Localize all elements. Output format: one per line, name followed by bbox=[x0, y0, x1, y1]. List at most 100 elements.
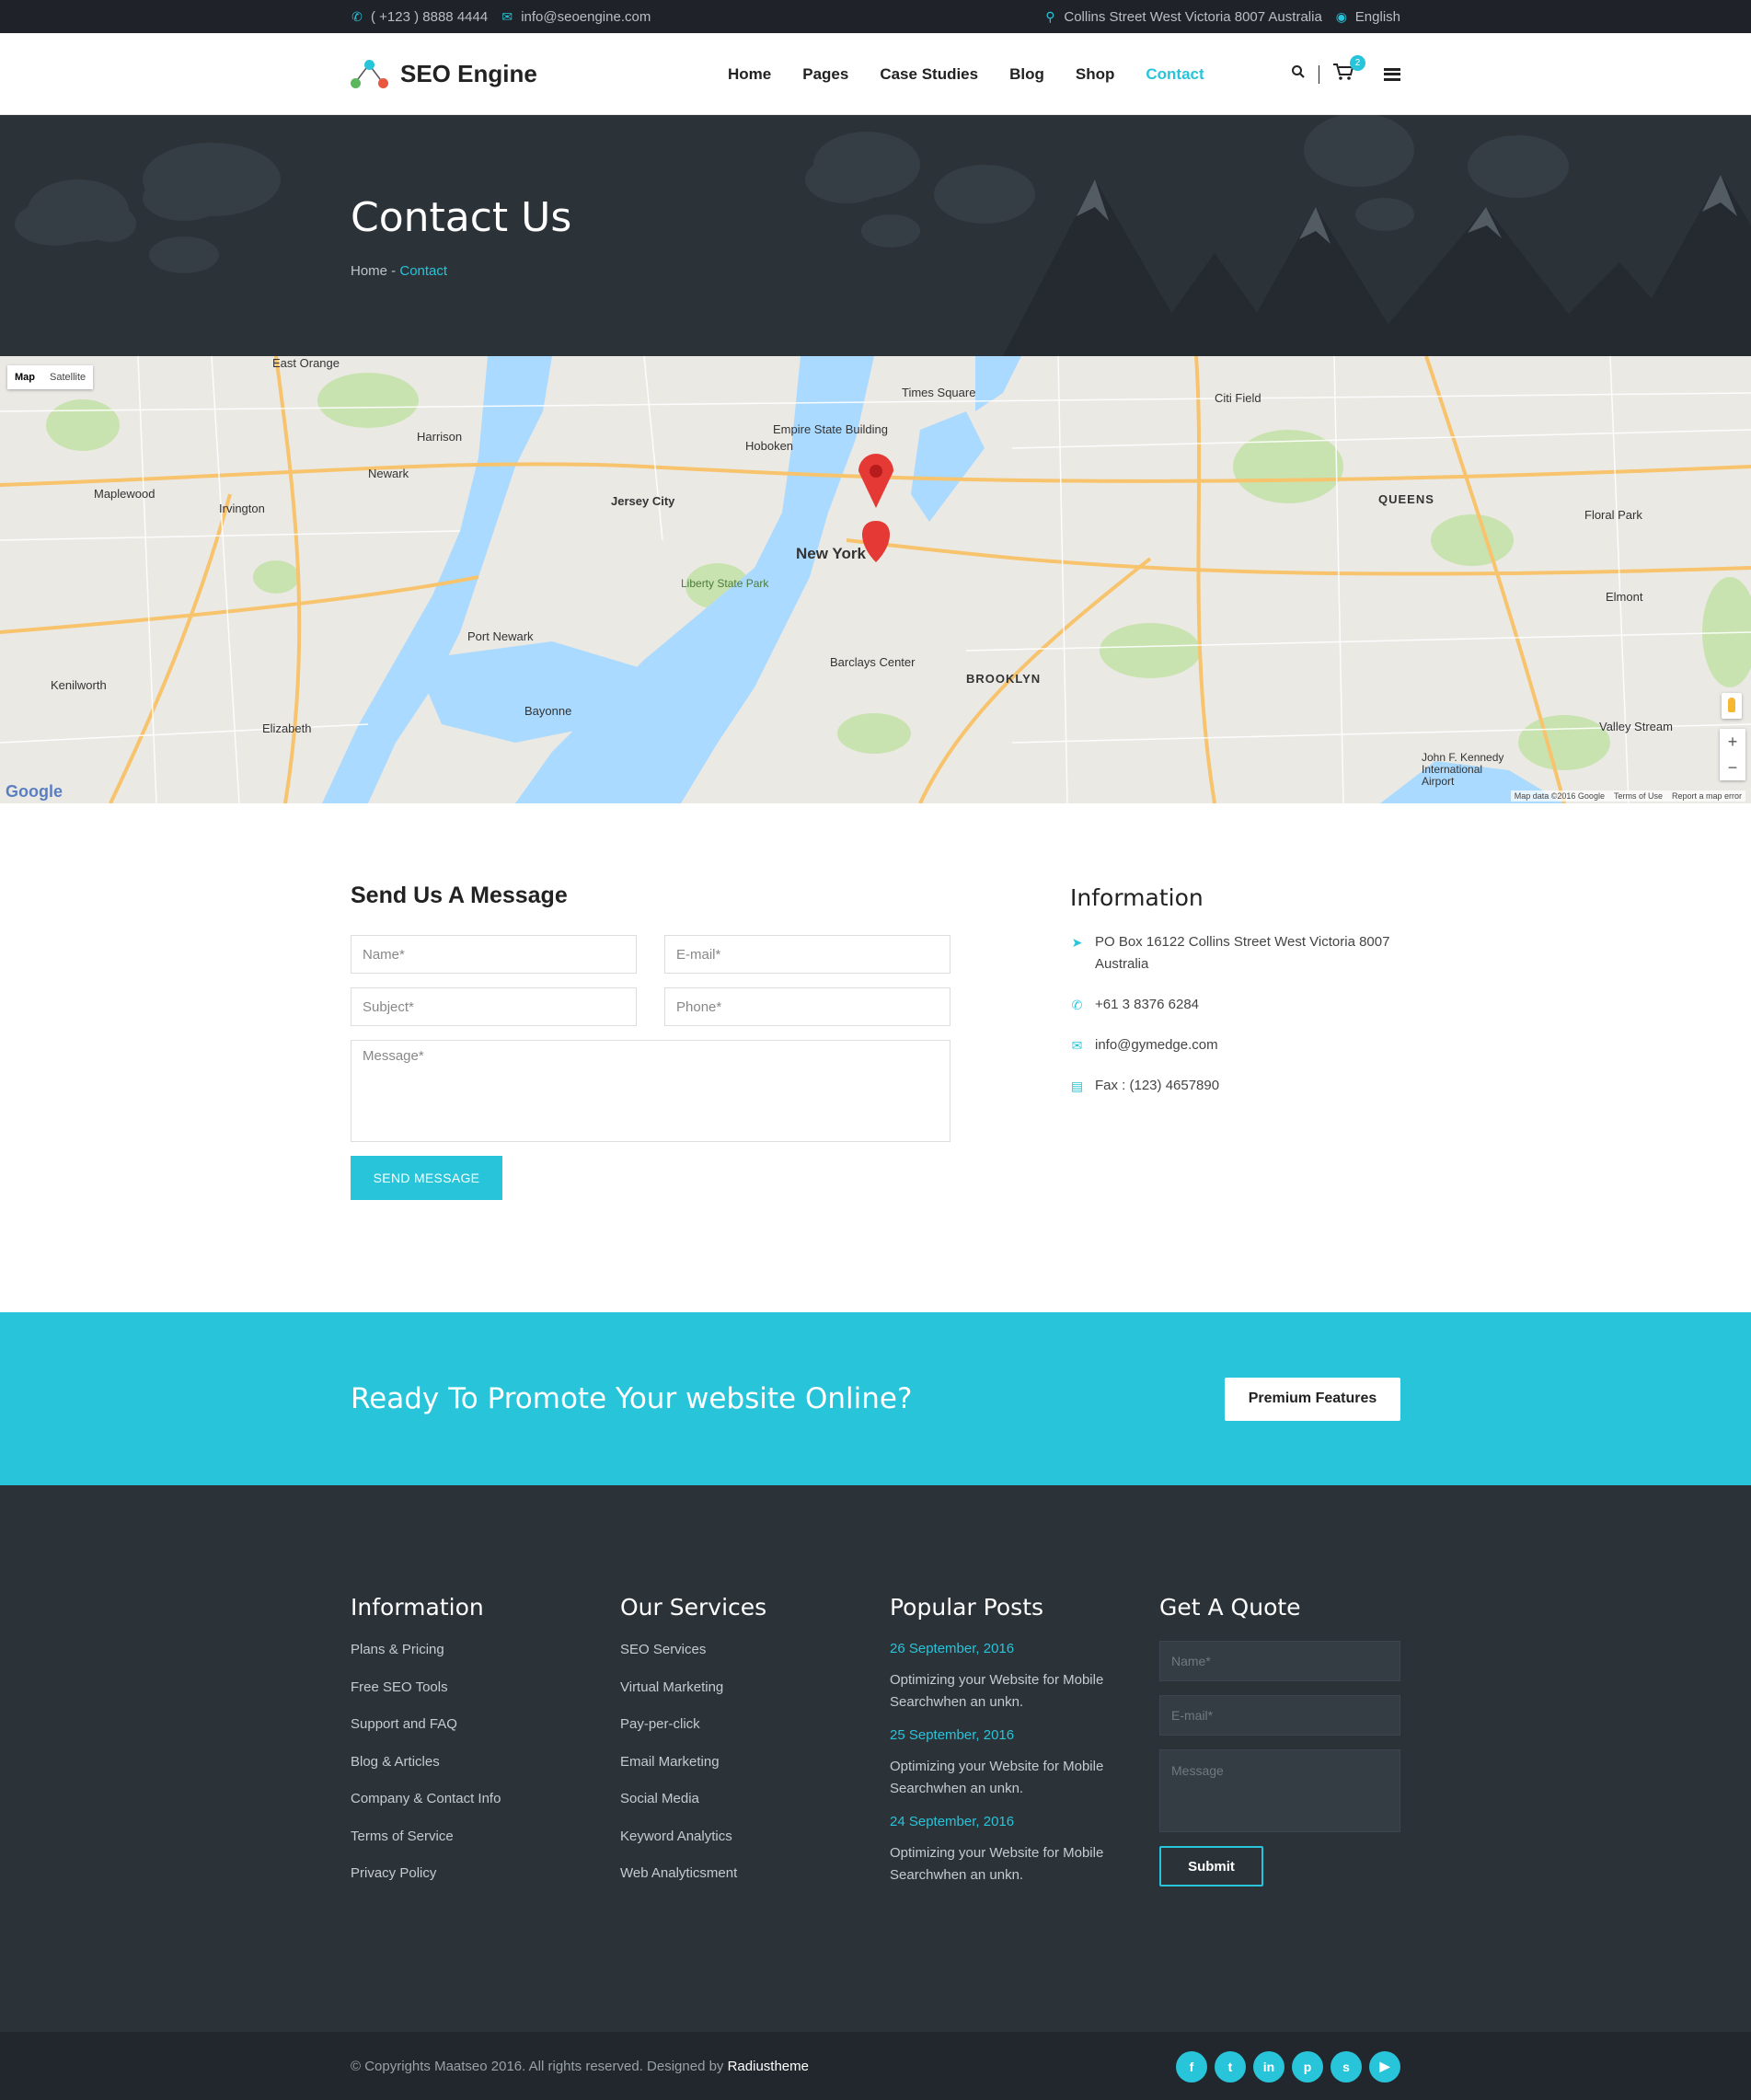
search-icon[interactable] bbox=[1291, 64, 1306, 84]
topbar-phone[interactable]: ✆ ( +123 ) 8888 4444 bbox=[351, 9, 488, 25]
globe-icon: ◉ bbox=[1335, 8, 1347, 24]
info-address: ➤ PO Box 16122 Collins Street West Victo… bbox=[1070, 931, 1400, 975]
breadcrumb-current: Contact bbox=[399, 263, 448, 279]
designer-link[interactable]: Radiustheme bbox=[728, 2059, 809, 2074]
nav-pages[interactable]: Pages bbox=[802, 65, 848, 84]
map-type-map[interactable]: Map bbox=[7, 365, 42, 389]
envelope-icon: ✉ bbox=[501, 8, 513, 24]
quote-submit-button[interactable]: Submit bbox=[1159, 1846, 1263, 1887]
footer-quote: Get A Quote Name* E-mail* Message Submit bbox=[1159, 1594, 1400, 1902]
envelope-icon: ✉ bbox=[1071, 1038, 1083, 1053]
post-title[interactable]: Optimizing your Website for Mobile Searc… bbox=[890, 1669, 1159, 1713]
nav-shop[interactable]: Shop bbox=[1076, 65, 1115, 84]
topbar-email-text: info@seoengine.com bbox=[521, 8, 651, 25]
info-title: Information bbox=[1070, 884, 1204, 911]
youtube-icon[interactable]: ▶ bbox=[1369, 2050, 1400, 2083]
linkedin-icon[interactable]: in bbox=[1253, 2050, 1284, 2083]
footer-service-link[interactable]: Web Analyticsment bbox=[620, 1864, 890, 1883]
message-field[interactable]: Message* bbox=[351, 1040, 950, 1142]
zoom-out-button[interactable]: − bbox=[1720, 755, 1745, 780]
skype-icon[interactable]: s bbox=[1331, 2050, 1362, 2083]
nav-home[interactable]: Home bbox=[728, 65, 771, 84]
map-label-elmont: Elmont bbox=[1606, 590, 1643, 604]
topbar-address-text: Collins Street West Victoria 8007 Austra… bbox=[1064, 8, 1322, 25]
post-item[interactable]: 24 September, 2016 Optimizing your Websi… bbox=[890, 1814, 1159, 1887]
logo[interactable]: SEO Engine bbox=[351, 59, 728, 90]
phone-field[interactable]: Phone* bbox=[664, 987, 950, 1026]
street-view-pegman-icon[interactable] bbox=[1722, 693, 1742, 719]
info-phone-text: +61 3 8376 6284 bbox=[1095, 997, 1200, 1012]
nav-blog[interactable]: Blog bbox=[1009, 65, 1044, 84]
map-type-toggle: Map Satellite bbox=[7, 365, 94, 389]
premium-features-button[interactable]: Premium Features bbox=[1225, 1377, 1400, 1421]
main-nav: Home Pages Case Studies Blog Shop Contac… bbox=[728, 65, 1204, 84]
map-label-jfk: John F. Kennedy International Airport bbox=[1422, 751, 1504, 788]
promo-heading: Ready To Promote Your website Online? bbox=[351, 1382, 913, 1415]
map-label-harrison: Harrison bbox=[417, 430, 463, 444]
info-email-text[interactable]: info@gymedge.com bbox=[1095, 1034, 1218, 1056]
map-label-new-york: New York bbox=[796, 545, 866, 562]
topbar-email[interactable]: ✉ info@seoengine.com bbox=[501, 9, 651, 25]
footer-service-link[interactable]: Pay-per-click bbox=[620, 1715, 890, 1734]
map-data-text: Map data ©2016 Google bbox=[1514, 791, 1605, 801]
footer-link[interactable]: Free SEO Tools bbox=[351, 1679, 620, 1697]
copyright-text: © Copyrights Maatseo 2016. All rights re… bbox=[351, 2059, 728, 2074]
breadcrumb: Home - Contact bbox=[351, 263, 1400, 279]
post-date: 25 September, 2016 bbox=[890, 1727, 1015, 1743]
quote-email-field[interactable]: E-mail* bbox=[1159, 1695, 1400, 1736]
zoom-in-button[interactable]: + bbox=[1720, 729, 1745, 755]
footer-link[interactable]: Plans & Pricing bbox=[351, 1641, 620, 1659]
email-field[interactable]: E-mail* bbox=[664, 935, 950, 974]
post-title[interactable]: Optimizing your Website for Mobile Searc… bbox=[890, 1756, 1159, 1800]
footer-service-link[interactable]: Social Media bbox=[620, 1790, 890, 1808]
map-label-east-orange: East Orange bbox=[272, 356, 340, 370]
footer-link[interactable]: Support and FAQ bbox=[351, 1715, 620, 1734]
footer-service-link[interactable]: Keyword Analytics bbox=[620, 1828, 890, 1846]
post-title[interactable]: Optimizing your Website for Mobile Searc… bbox=[890, 1842, 1159, 1887]
map-report-link[interactable]: Report a map error bbox=[1672, 791, 1742, 801]
quote-name-field[interactable]: Name* bbox=[1159, 1641, 1400, 1681]
post-item[interactable]: 26 September, 2016 Optimizing your Websi… bbox=[890, 1641, 1159, 1713]
footer-link[interactable]: Terms of Service bbox=[351, 1828, 620, 1846]
footer-popular-posts: Popular Posts 26 September, 2016 Optimiz… bbox=[890, 1594, 1159, 1902]
map-label-port-newark: Port Newark bbox=[467, 629, 534, 643]
map-label-citi-field: Citi Field bbox=[1215, 391, 1261, 405]
map-terms-link[interactable]: Terms of Use bbox=[1614, 791, 1663, 801]
promo-banner: Ready To Promote Your website Online? Pr… bbox=[0, 1312, 1751, 1485]
footer-service-link[interactable]: SEO Services bbox=[620, 1641, 890, 1659]
post-item[interactable]: 25 September, 2016 Optimizing your Websi… bbox=[890, 1727, 1159, 1800]
menu-icon[interactable] bbox=[1384, 67, 1400, 81]
topbar-address: ⚲ Collins Street West Victoria 8007 Aust… bbox=[1043, 8, 1322, 25]
footer-service-link[interactable]: Email Marketing bbox=[620, 1753, 890, 1771]
nav-case-studies[interactable]: Case Studies bbox=[880, 65, 978, 84]
site-footer: Information Plans & Pricing Free SEO Too… bbox=[0, 1485, 1751, 2032]
map-marker-icon: ⚲ bbox=[1045, 8, 1055, 24]
map-label-hoboken: Hoboken bbox=[745, 439, 794, 453]
info-address-text: PO Box 16122 Collins Street West Victori… bbox=[1095, 934, 1390, 972]
form-title: Send Us A Message bbox=[351, 883, 568, 908]
facebook-icon[interactable]: f bbox=[1176, 2050, 1207, 2083]
quote-message-field[interactable]: Message bbox=[1159, 1749, 1400, 1832]
cart-button[interactable]: 2 bbox=[1332, 54, 1365, 87]
footer-link[interactable]: Company & Contact Info bbox=[351, 1790, 620, 1808]
map-label-maplewood: Maplewood bbox=[94, 487, 156, 501]
send-message-button[interactable]: SEND MESSAGE bbox=[351, 1156, 502, 1200]
footer-link[interactable]: Blog & Articles bbox=[351, 1753, 620, 1771]
pinterest-icon[interactable]: p bbox=[1292, 2050, 1323, 2083]
breadcrumb-home[interactable]: Home bbox=[351, 263, 387, 279]
map-label-kenilworth: Kenilworth bbox=[51, 678, 107, 692]
copyright: © Copyrights Maatseo 2016. All rights re… bbox=[351, 2059, 809, 2074]
map-label-barclays: Barclays Center bbox=[830, 655, 916, 669]
google-map[interactable]: Map Satellite Jersey City New York Newar… bbox=[0, 356, 1751, 803]
map-label-brooklyn: BROOKLYN bbox=[966, 672, 1042, 686]
footer-link[interactable]: Privacy Policy bbox=[351, 1864, 620, 1883]
subject-field[interactable]: Subject* bbox=[351, 987, 637, 1026]
footer-service-link[interactable]: Virtual Marketing bbox=[620, 1679, 890, 1697]
map-label-valley-stream: Valley Stream bbox=[1599, 720, 1673, 733]
name-field[interactable]: Name* bbox=[351, 935, 637, 974]
post-date: 24 September, 2016 bbox=[890, 1814, 1015, 1829]
map-type-satellite[interactable]: Satellite bbox=[42, 365, 93, 389]
nav-contact[interactable]: Contact bbox=[1146, 65, 1204, 84]
twitter-icon[interactable]: t bbox=[1215, 2050, 1246, 2083]
language-selector[interactable]: ◉ English bbox=[1335, 9, 1400, 25]
